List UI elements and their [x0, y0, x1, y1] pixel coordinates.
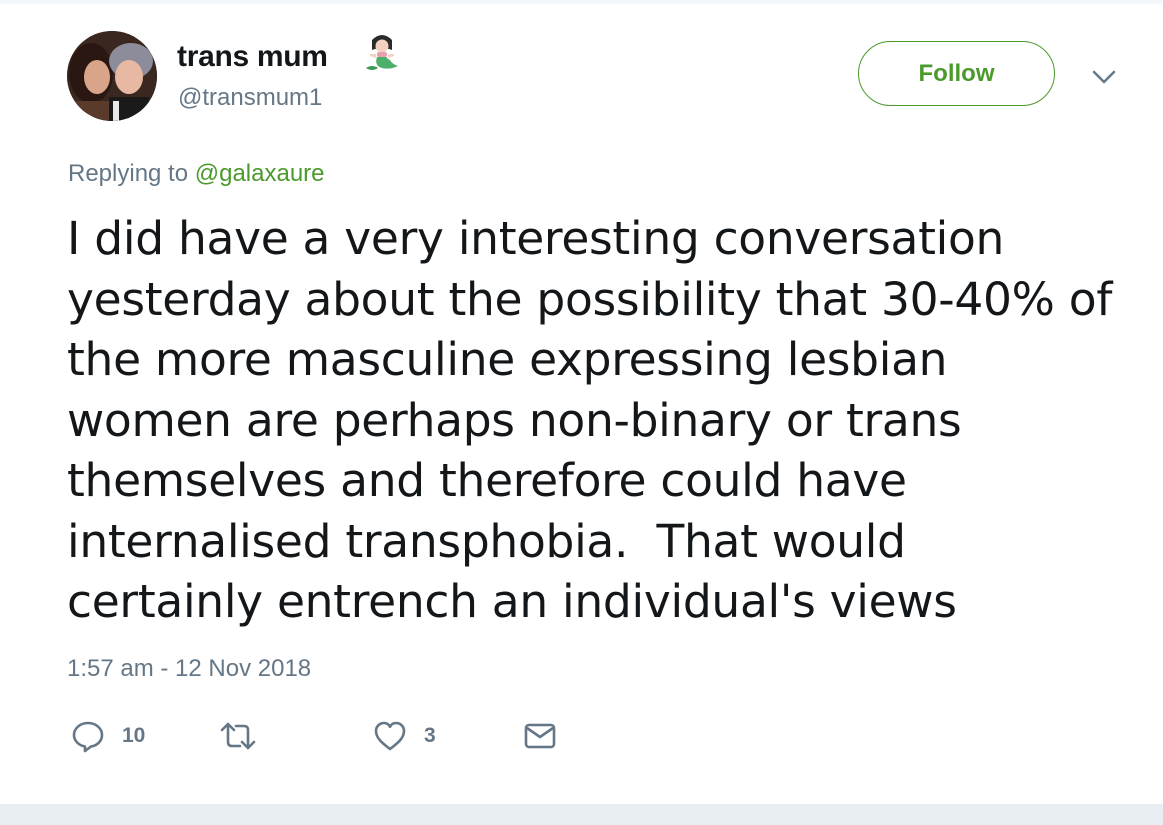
reply-icon: [70, 718, 106, 754]
tweet-text-line: certainly entrench an individual's views: [67, 575, 957, 628]
chevron-down-icon[interactable]: [1090, 66, 1118, 88]
bottom-divider: [0, 804, 1163, 825]
direct-message-button[interactable]: [522, 716, 558, 756]
display-name[interactable]: trans mum: [177, 40, 328, 74]
heart-icon: [372, 718, 408, 754]
tweet-actions: 10 3: [70, 716, 670, 756]
reply-count: 10: [122, 724, 146, 747]
reply-mention-link[interactable]: @galaxaure: [195, 160, 325, 187]
like-count: 3: [424, 724, 436, 747]
follow-button[interactable]: Follow: [858, 41, 1055, 106]
avatar[interactable]: [67, 31, 157, 121]
author-handle[interactable]: @transmum1: [178, 84, 322, 112]
reply-button[interactable]: 10: [70, 716, 145, 756]
tweet-text-line: internalised transphobia. That would: [67, 514, 906, 568]
like-button[interactable]: 3: [372, 716, 436, 756]
replying-to-prefix: Replying to: [68, 160, 189, 187]
tweet-page: trans mum @transmum1 Follow Replying to …: [0, 0, 1163, 825]
tweet-text-line: yesterday about the possibility that 30-…: [67, 272, 1113, 326]
tweet-text-line: the more masculine expressing lesbian: [67, 333, 948, 386]
tweet-text-line: I did have a very interesting conversati…: [67, 212, 1005, 265]
retweet-button[interactable]: [218, 716, 274, 756]
top-divider: [0, 0, 1163, 4]
envelope-icon: [522, 718, 558, 754]
tweet-text-line: women are perhaps non-binary or trans: [67, 393, 962, 447]
tweet-text-line: themselves and therefore could have: [67, 454, 907, 507]
mermaid-emoji: [362, 32, 402, 74]
tweet-timestamp[interactable]: 1:57 am - 12 Nov 2018: [67, 655, 311, 683]
tweet-text: I did have a very interesting conversati…: [67, 209, 1147, 633]
retweet-icon: [218, 718, 258, 754]
replying-to: Replying to @galaxaure: [68, 160, 325, 188]
